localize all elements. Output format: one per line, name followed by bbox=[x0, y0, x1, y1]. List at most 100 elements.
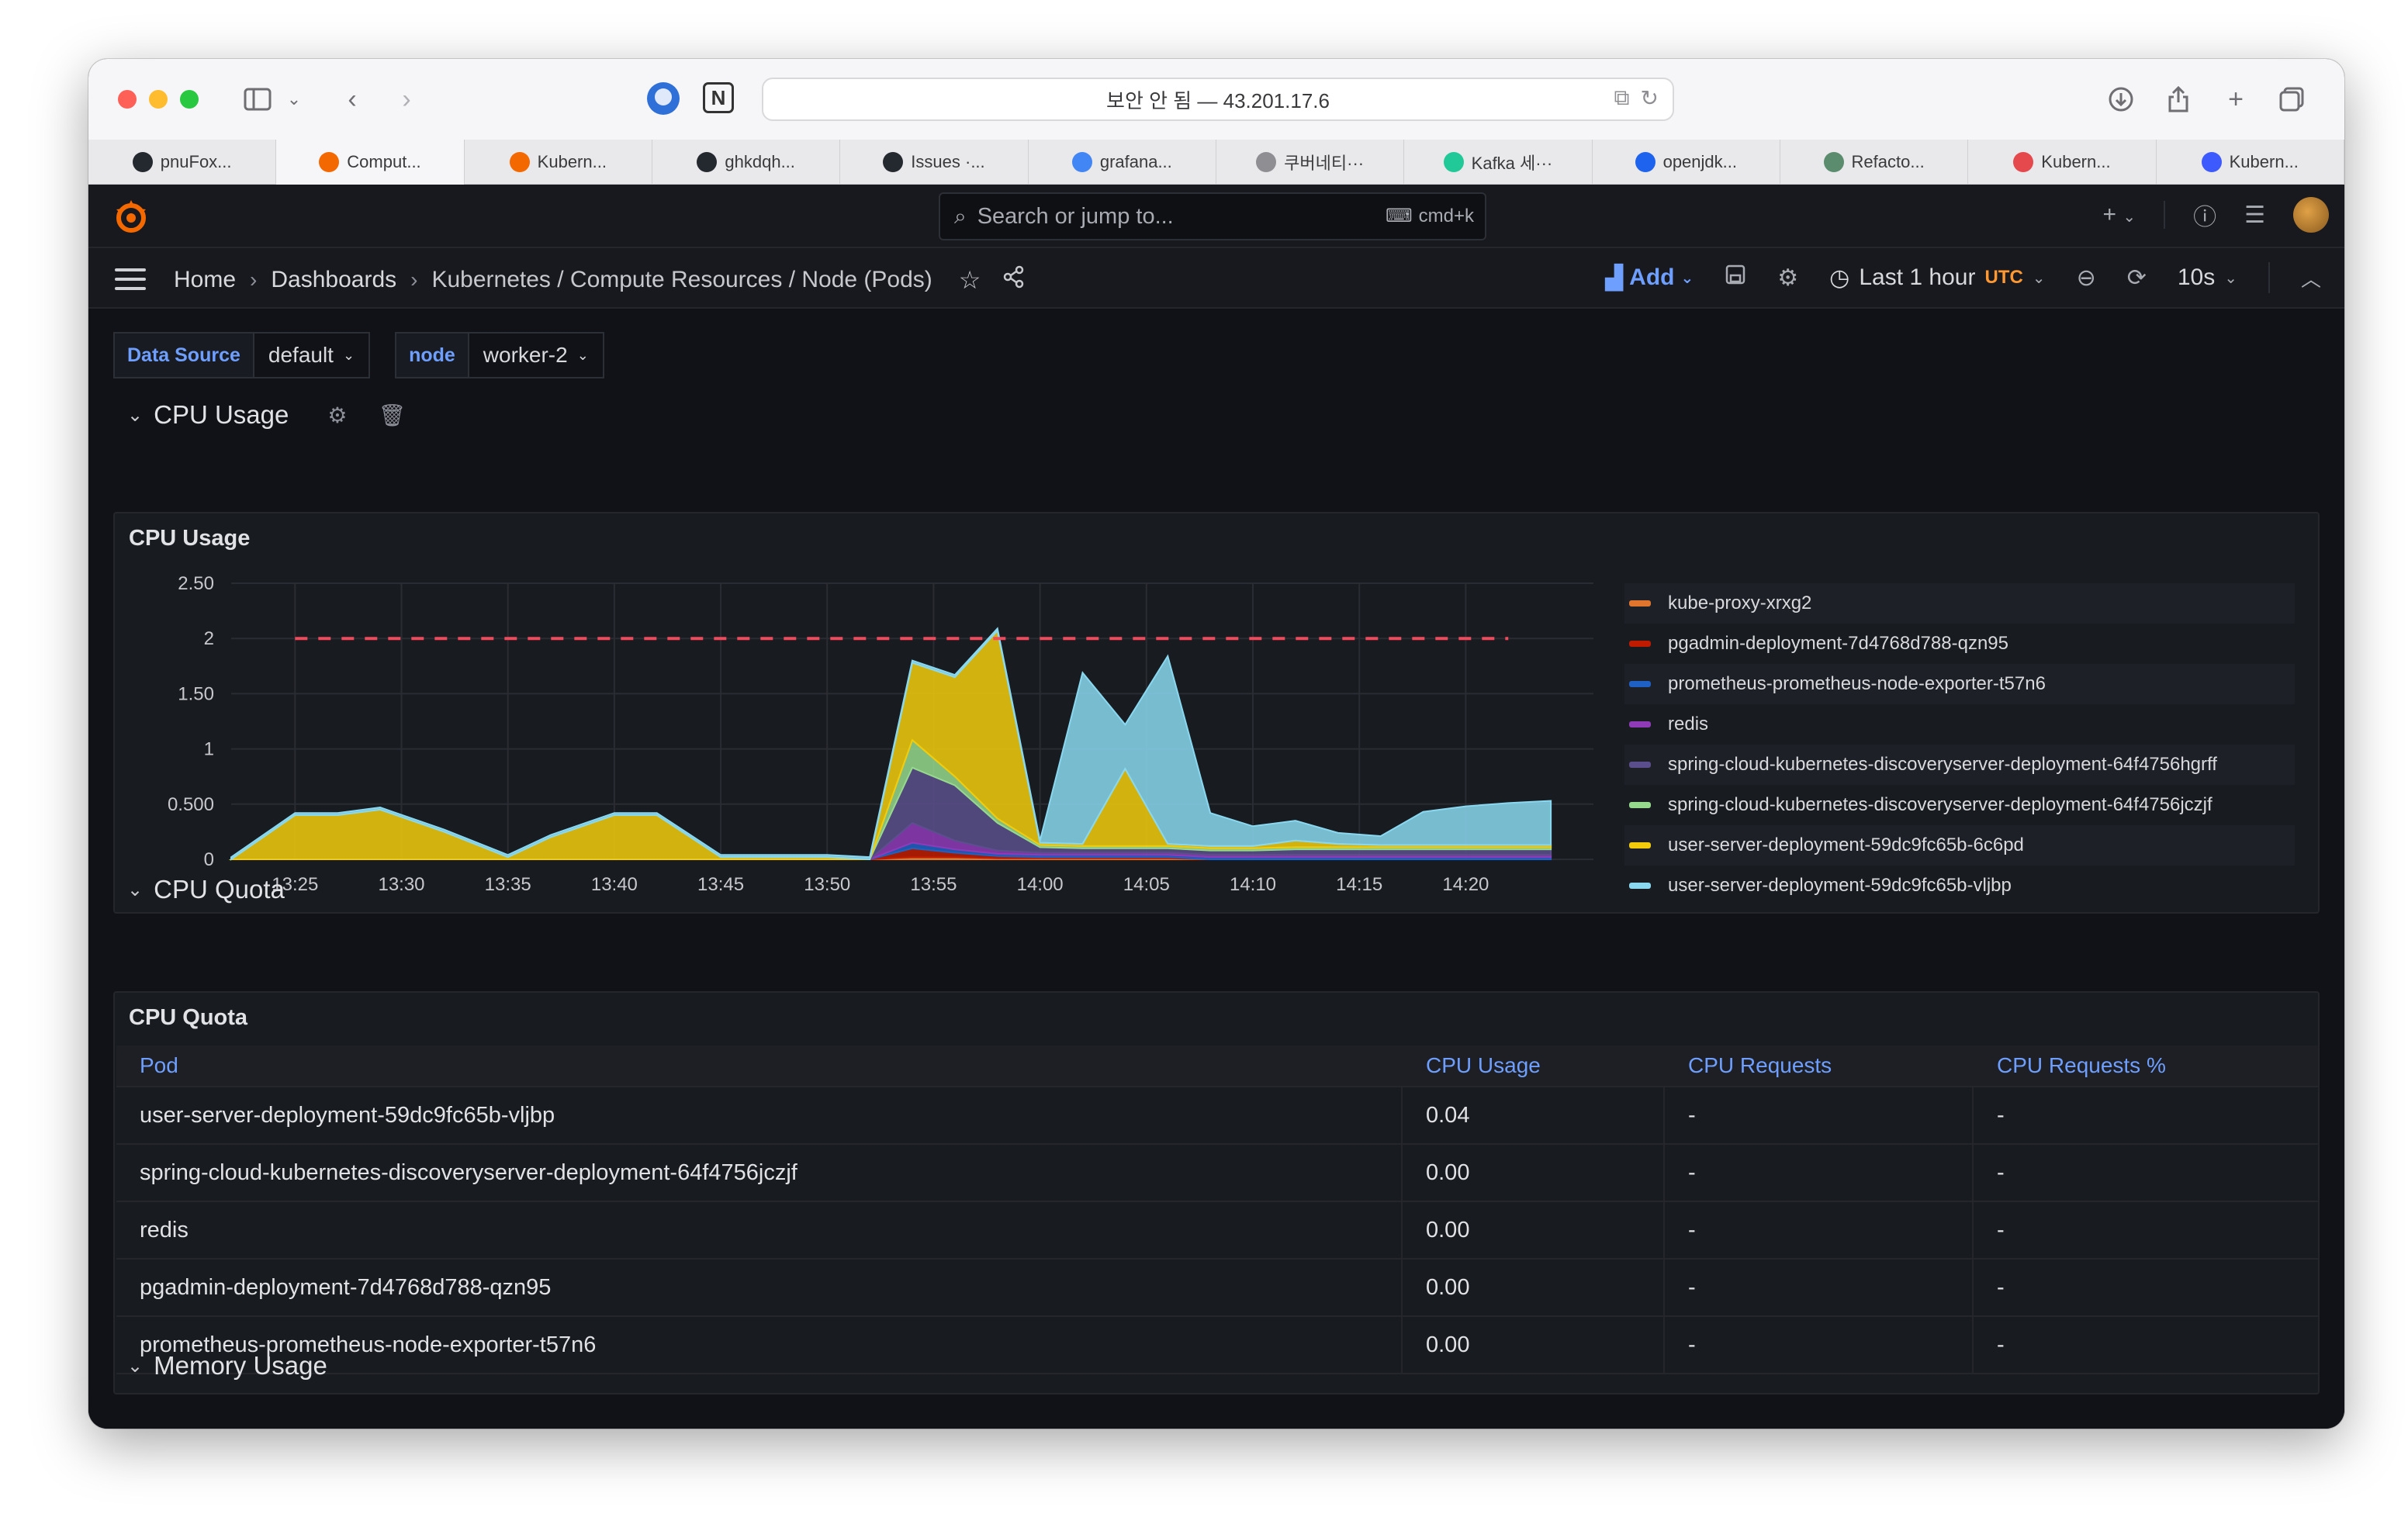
browser-tab-label: Kubern... bbox=[537, 152, 607, 171]
legend-label: user-server-deployment-59dc9fc65b-6c6pd bbox=[1668, 835, 2024, 855]
reload-icon[interactable]: ↻ bbox=[1641, 85, 1659, 111]
divider bbox=[2268, 262, 2270, 293]
refactoring-icon bbox=[1823, 152, 1844, 172]
star-icon[interactable]: ☆ bbox=[959, 265, 981, 295]
browser-tab[interactable]: Kafka 세··· bbox=[1404, 140, 1593, 185]
browser-tab[interactable]: openjdk... bbox=[1593, 140, 1780, 185]
settings-gear-icon[interactable]: ⚙ bbox=[1777, 264, 1798, 292]
table-row[interactable]: user-server-deployment-59dc9fc65b-vljbp 0… bbox=[116, 1087, 2318, 1145]
forward-icon[interactable]: › bbox=[391, 81, 422, 118]
legend-item[interactable]: user-server-deployment-59dc9fc65b-6c6pd bbox=[1624, 825, 2295, 866]
table-cell: 0.00 bbox=[1403, 1202, 1665, 1258]
row-title: CPU Quota bbox=[154, 875, 285, 904]
tab-overview-icon[interactable] bbox=[2275, 81, 2309, 118]
variable-select-node[interactable]: worker-2 ⌄ bbox=[469, 332, 604, 378]
zoom-window-button[interactable] bbox=[180, 90, 199, 109]
menu-icon[interactable] bbox=[115, 268, 146, 290]
avatar[interactable] bbox=[2293, 197, 2329, 233]
cpu-usage-chart[interactable]: 00.50011.5022.50 13:25 13:30 13:35 13:40 13:… bbox=[115, 568, 1620, 909]
chevron-down-icon: ⌄ bbox=[127, 404, 144, 426]
table-row[interactable]: prometheus-prometheus-node-exporter-t57n… bbox=[116, 1317, 2318, 1374]
browser-tab[interactable]: pnuFox... bbox=[88, 140, 277, 185]
zoom-out-icon[interactable]: ⊖ bbox=[2077, 264, 2096, 292]
browser-tab[interactable]: Comput... bbox=[276, 140, 465, 185]
legend-item[interactable]: kube-proxy-xrxg2 bbox=[1624, 583, 2295, 624]
legend-item[interactable]: pgadmin-deployment-7d4768d788-qzn95 bbox=[1624, 624, 2295, 664]
notion-icon[interactable]: N bbox=[703, 82, 734, 113]
table-cell: 0.00 bbox=[1403, 1260, 1665, 1315]
minimize-window-button[interactable] bbox=[149, 90, 168, 109]
google-icon bbox=[1071, 152, 1092, 172]
browser-tab[interactable]: Refacto... bbox=[1780, 140, 1969, 185]
variable-select-datasource[interactable]: default ⌄ bbox=[254, 332, 371, 378]
table-body: user-server-deployment-59dc9fc65b-vljbp 0… bbox=[116, 1087, 2318, 1374]
new-menu-button[interactable]: + ⌄ bbox=[2102, 202, 2136, 228]
browser-tab[interactable]: Issues ·... bbox=[840, 140, 1029, 185]
search-input[interactable]: ⌕ Search or jump to... ⌨ cmd+k bbox=[939, 192, 1486, 240]
share-icon[interactable] bbox=[2161, 81, 2195, 118]
collapse-icon[interactable]: ︿ bbox=[2301, 264, 2321, 292]
browser-tab-label: Comput... bbox=[347, 152, 421, 171]
refresh-interval-picker[interactable]: 10s ⌄ bbox=[2178, 264, 2237, 291]
legend-label: prometheus-prometheus-node-exporter-t57n… bbox=[1668, 673, 2046, 694]
browser-tab[interactable]: Kubern... bbox=[1968, 140, 2157, 185]
browser-tab[interactable]: Kubern... bbox=[2157, 140, 2344, 185]
extension-icon[interactable] bbox=[647, 82, 680, 115]
grafana-logo-icon[interactable] bbox=[112, 197, 150, 236]
time-range-picker[interactable]: ◷ Last 1 hour UTC ⌄ bbox=[1829, 264, 2045, 292]
breadcrumb-home[interactable]: Home bbox=[174, 267, 236, 293]
share-dashboard-icon[interactable] bbox=[1002, 265, 1026, 295]
legend-item[interactable]: spring-cloud-kubernetes-discoveryserver-… bbox=[1624, 785, 2295, 825]
legend-item[interactable]: prometheus-prometheus-node-exporter-t57n… bbox=[1624, 664, 2295, 704]
breadcrumb-dashboards[interactable]: Dashboards bbox=[271, 267, 396, 293]
table-cell: - bbox=[1665, 1317, 1974, 1373]
table-row[interactable]: spring-cloud-kubernetes-discoveryserver-… bbox=[116, 1145, 2318, 1202]
y-tick-label: 2 bbox=[204, 628, 214, 649]
panel-cpu-quota: CPU Quota Pod CPU Usage CPU Requests CPU… bbox=[113, 991, 2320, 1394]
column-header-cpu-usage[interactable]: CPU Usage bbox=[1403, 1053, 1665, 1078]
x-tick-label: 14:20 bbox=[1442, 874, 1489, 895]
column-header-pod[interactable]: Pod bbox=[116, 1053, 1403, 1078]
legend-swatch bbox=[1629, 721, 1651, 727]
x-tick-label: 13:35 bbox=[485, 874, 531, 895]
back-icon[interactable]: ‹ bbox=[337, 81, 368, 118]
kubernetes-icon bbox=[2013, 152, 2034, 172]
legend-swatch bbox=[1629, 842, 1651, 848]
add-panel-button[interactable]: ▟ Add ⌄ bbox=[1605, 264, 1694, 292]
column-header-cpu-requests[interactable]: CPU Requests bbox=[1665, 1053, 1974, 1078]
refresh-icon[interactable]: ⟳ bbox=[2127, 264, 2147, 292]
panel-title: CPU Quota bbox=[129, 1005, 248, 1030]
grafana-topbar: ⌕ Search or jump to... ⌨ cmd+k + ⌄ ⓘ ☰ bbox=[88, 185, 2344, 248]
browser-tab[interactable]: 쿠버네티··· bbox=[1216, 140, 1405, 185]
translate-icon[interactable]: ⧉ bbox=[1614, 85, 1630, 111]
x-tick-label: 13:40 bbox=[591, 874, 638, 895]
column-header-cpu-requests-pct[interactable]: CPU Requests % bbox=[1974, 1053, 2318, 1078]
browser-tab[interactable]: ghkdqh... bbox=[652, 140, 841, 185]
chevron-down-icon[interactable]: ⌄ bbox=[282, 81, 306, 118]
table-cell: 0.00 bbox=[1403, 1145, 1665, 1201]
news-feed-icon[interactable]: ☰ bbox=[2244, 202, 2265, 229]
close-window-button[interactable] bbox=[118, 90, 137, 109]
browser-tab[interactable]: grafana... bbox=[1029, 140, 1216, 185]
legend-item[interactable]: user-server-deployment-59dc9fc65b-vljbp bbox=[1624, 866, 2295, 906]
table-row[interactable]: pgadmin-deployment-7d4768d788-qzn95 0.00-… bbox=[116, 1260, 2318, 1317]
download-icon[interactable] bbox=[2104, 81, 2138, 118]
address-bar[interactable]: 보안 안 됨 — 43.201.17.6 ⧉ ↻ bbox=[762, 78, 1674, 121]
row-header-cpu-quota[interactable]: ⌄ CPU Quota bbox=[127, 875, 285, 904]
browser-tab-label: 쿠버네티··· bbox=[1284, 154, 1365, 173]
terminal-icon bbox=[2201, 152, 2222, 172]
table-cell: - bbox=[1665, 1202, 1974, 1258]
save-icon[interactable] bbox=[1725, 264, 1746, 292]
legend-swatch bbox=[1629, 681, 1651, 687]
row-header-memory-usage[interactable]: ⌄ Memory Usage bbox=[127, 1351, 327, 1381]
legend-item[interactable]: redis bbox=[1624, 704, 2295, 745]
sidebar-toggle-icon[interactable] bbox=[240, 81, 275, 118]
table-row[interactable]: redis 0.00- - bbox=[116, 1202, 2318, 1260]
legend-item[interactable]: spring-cloud-kubernetes-discoveryserver-… bbox=[1624, 745, 2295, 785]
trash-icon[interactable]: 🗑 bbox=[378, 403, 406, 428]
new-tab-icon[interactable]: + bbox=[2219, 81, 2253, 118]
browser-tab[interactable]: Kubern... bbox=[465, 140, 652, 185]
help-icon[interactable]: ⓘ bbox=[2193, 198, 2216, 232]
row-settings-gear-icon[interactable]: ⚙ bbox=[327, 403, 347, 428]
row-header-cpu-usage[interactable]: ⌄ CPU Usage ⚙ 🗑 bbox=[127, 400, 406, 430]
